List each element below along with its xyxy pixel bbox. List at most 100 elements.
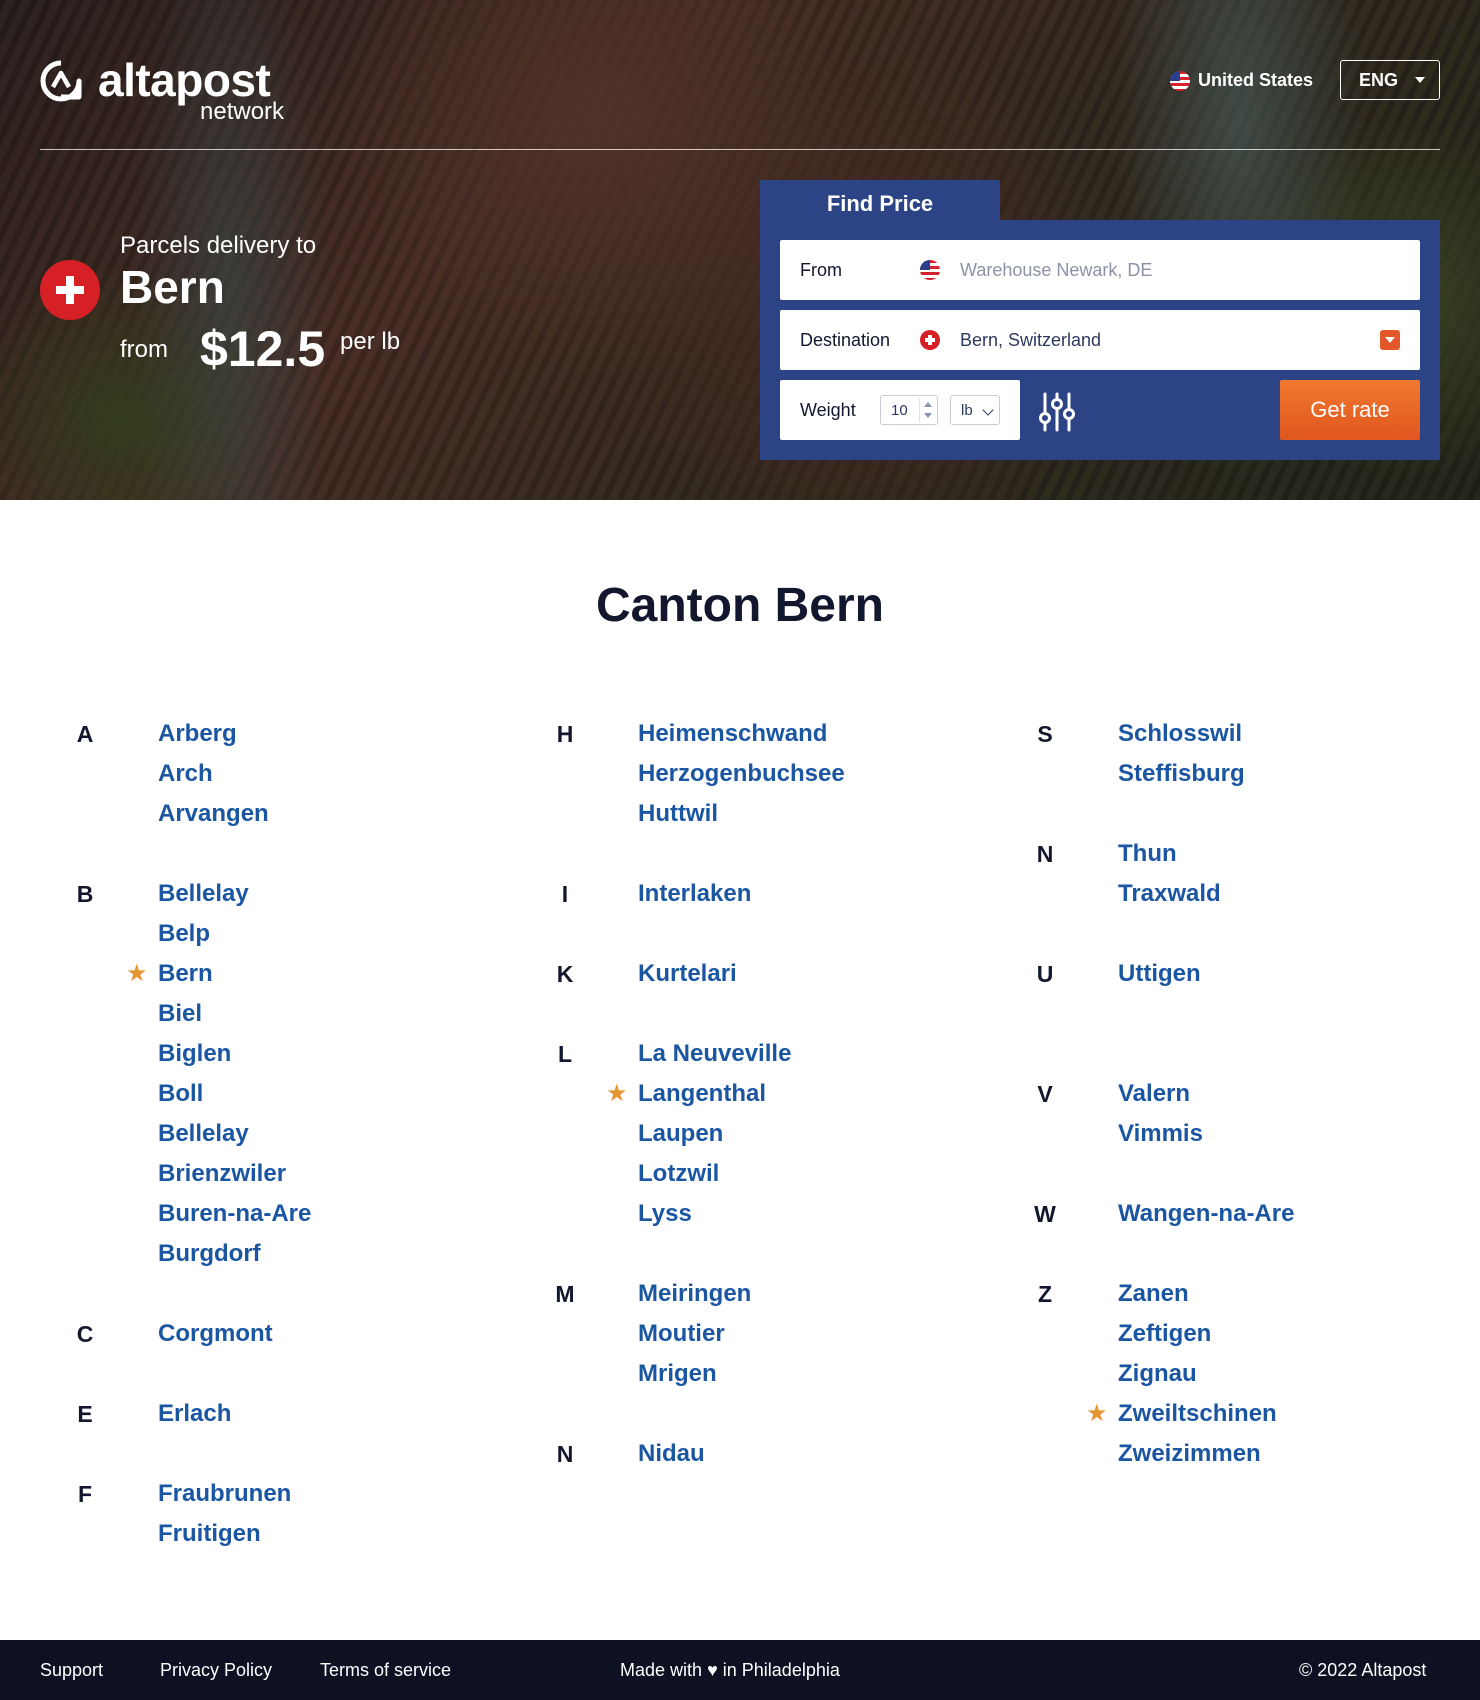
group-letter: L [557, 1041, 573, 1067]
logo-subtitle: network [200, 98, 285, 125]
city-link[interactable]: Lotzwil [638, 1154, 1030, 1194]
city-link[interactable]: Interlaken [638, 874, 1030, 914]
letter-group: N Nidau [550, 1434, 1030, 1474]
city-link[interactable]: Laupen [638, 1114, 1030, 1154]
city-link[interactable]: Zanen [1118, 1274, 1480, 1314]
city-link[interactable]: Thun [1118, 834, 1480, 874]
city-link[interactable]: Nidau [638, 1434, 1030, 1474]
city-link[interactable]: La Neuveville [638, 1034, 1030, 1074]
city-link[interactable]: Moutier [638, 1314, 1030, 1354]
city-link[interactable]: Fruitigen [158, 1514, 550, 1554]
city-list: Bellelay Belp ★ Bern Biel Biglen Boll Bellelay B… [126, 874, 550, 1274]
chevron-down-icon [982, 404, 994, 416]
weight-input[interactable]: 10 [880, 395, 938, 425]
country-selector[interactable]: United States [1170, 70, 1313, 91]
city-link[interactable]: Vimmis [1118, 1114, 1480, 1154]
weight-unit-select[interactable]: lb [950, 395, 1000, 425]
filter-sliders-icon[interactable] [1035, 390, 1079, 434]
get-rate-button[interactable]: Get rate [1280, 380, 1420, 440]
city-name: Wangen-na-Are [1118, 1200, 1295, 1227]
group-letter: F [77, 1481, 93, 1507]
group-letter: M [555, 1281, 575, 1307]
city-link[interactable]: Boll [158, 1074, 550, 1114]
group-letter: A [76, 721, 94, 747]
city-name: Mrigen [638, 1360, 717, 1387]
group-letter: U [1036, 961, 1054, 987]
letter-group: H Heimenschwand Herzogenbuchsee Huttwil [550, 714, 1030, 834]
altapost-logo-icon [40, 60, 82, 102]
group-letter: H [556, 721, 574, 747]
city-name: Zweiltschinen [1118, 1400, 1277, 1427]
city-name: Zeftigen [1118, 1320, 1212, 1347]
city-link[interactable]: Mrigen [638, 1354, 1030, 1394]
destination-field[interactable]: Destination Bern, Switzerland [780, 310, 1420, 370]
city-link[interactable]: Wangen-na-Are [1118, 1194, 1480, 1234]
city-link[interactable]: Zeftigen [1118, 1314, 1480, 1354]
language-label: ENG [1359, 69, 1399, 90]
city-name: Brienzwiler [158, 1160, 287, 1187]
city-link[interactable]: Valern [1118, 1074, 1480, 1114]
city-link[interactable]: ★ Zweiltschinen [1086, 1394, 1480, 1434]
promo-price-unit: per lb [340, 328, 401, 355]
city-link[interactable]: Buren-na-Are [158, 1194, 550, 1234]
city-link[interactable]: Brienzwiler [158, 1154, 550, 1194]
city-link[interactable]: Heimenschwand [638, 714, 1030, 754]
city-link[interactable]: Huttwil [638, 794, 1030, 834]
destination-select[interactable]: Bern, Switzerland [960, 330, 1101, 351]
city-list: Erlach [158, 1394, 550, 1434]
city-link[interactable]: Biglen [158, 1034, 550, 1074]
letter-group: W Wangen-na-Are [1030, 1194, 1480, 1234]
star-icon: ★ [606, 1080, 628, 1107]
city-link[interactable]: Arvangen [158, 794, 550, 834]
city-name: Bellelay [158, 1120, 249, 1147]
city-link[interactable]: Zignau [1118, 1354, 1480, 1394]
group-letter: V [1037, 1081, 1053, 1107]
footer-link-support[interactable]: Support [40, 1660, 103, 1681]
footer-link-privacy[interactable]: Privacy Policy [160, 1660, 272, 1681]
city-link[interactable]: Burgdorf [158, 1234, 550, 1274]
city-name: Heimenschwand [638, 720, 828, 747]
group-letter: W [1034, 1201, 1056, 1227]
city-name: Herzogenbuchsee [638, 760, 845, 787]
city-link[interactable]: Traxwald [1118, 874, 1480, 914]
city-link[interactable]: Kurtelari [638, 954, 1030, 994]
letter-group: U Uttigen [1030, 954, 1480, 994]
city-link[interactable]: Erlach [158, 1394, 550, 1434]
dropdown-arrow-icon[interactable] [1380, 330, 1400, 350]
city-link[interactable]: Herzogenbuchsee [638, 754, 1030, 794]
city-link[interactable]: Lyss [638, 1194, 1030, 1234]
from-field[interactable]: From Warehouse Newark, DE [780, 240, 1420, 300]
city-link[interactable]: Steffisburg [1118, 754, 1480, 794]
city-link[interactable]: Schlosswil [1118, 714, 1480, 754]
city-link[interactable]: Biel [158, 994, 550, 1034]
directory-column: A Arberg Arch Arvangen B Bellelay Belp ★ Bern Bie… [70, 714, 550, 1594]
city-link[interactable]: Corgmont [158, 1314, 550, 1354]
city-link[interactable]: Arberg [158, 714, 550, 754]
footer-link-terms[interactable]: Terms of service [320, 1660, 451, 1681]
city-name: Vimmis [1118, 1120, 1203, 1147]
city-link[interactable]: Fraubrunen [158, 1474, 550, 1514]
city-name: Schlosswil [1118, 720, 1243, 747]
altapost-logo[interactable]: altapost network [40, 54, 300, 126]
language-dropdown[interactable]: ENG [1340, 60, 1440, 100]
city-link[interactable]: Zweizimmen [1118, 1434, 1480, 1474]
city-name: Zweizimmen [1118, 1440, 1261, 1467]
city-link[interactable]: Bellelay [158, 1114, 550, 1154]
caret-down-icon [1415, 77, 1425, 83]
heart-icon: ♥ [707, 1660, 718, 1680]
promo-kicker: Parcels delivery to [120, 232, 317, 259]
city-name: Traxwald [1118, 880, 1221, 907]
city-link[interactable]: ★ Bern [126, 954, 550, 994]
from-input[interactable]: Warehouse Newark, DE [960, 260, 1152, 281]
city-link[interactable]: ★ Langenthal [606, 1074, 1030, 1114]
city-name: Belp [158, 920, 211, 947]
find-price-form: From Warehouse Newark, DE Destination Be… [760, 220, 1440, 460]
city-link[interactable]: Uttigen [1118, 954, 1480, 994]
city-link[interactable]: Belp [158, 914, 550, 954]
city-list: Schlosswil Steffisburg [1118, 714, 1480, 794]
city-name: Biglen [158, 1040, 232, 1067]
city-link[interactable]: Bellelay [158, 874, 550, 914]
stepper-arrows-icon[interactable] [919, 398, 935, 422]
city-link[interactable]: Meiringen [638, 1274, 1030, 1314]
city-link[interactable]: Arch [158, 754, 550, 794]
